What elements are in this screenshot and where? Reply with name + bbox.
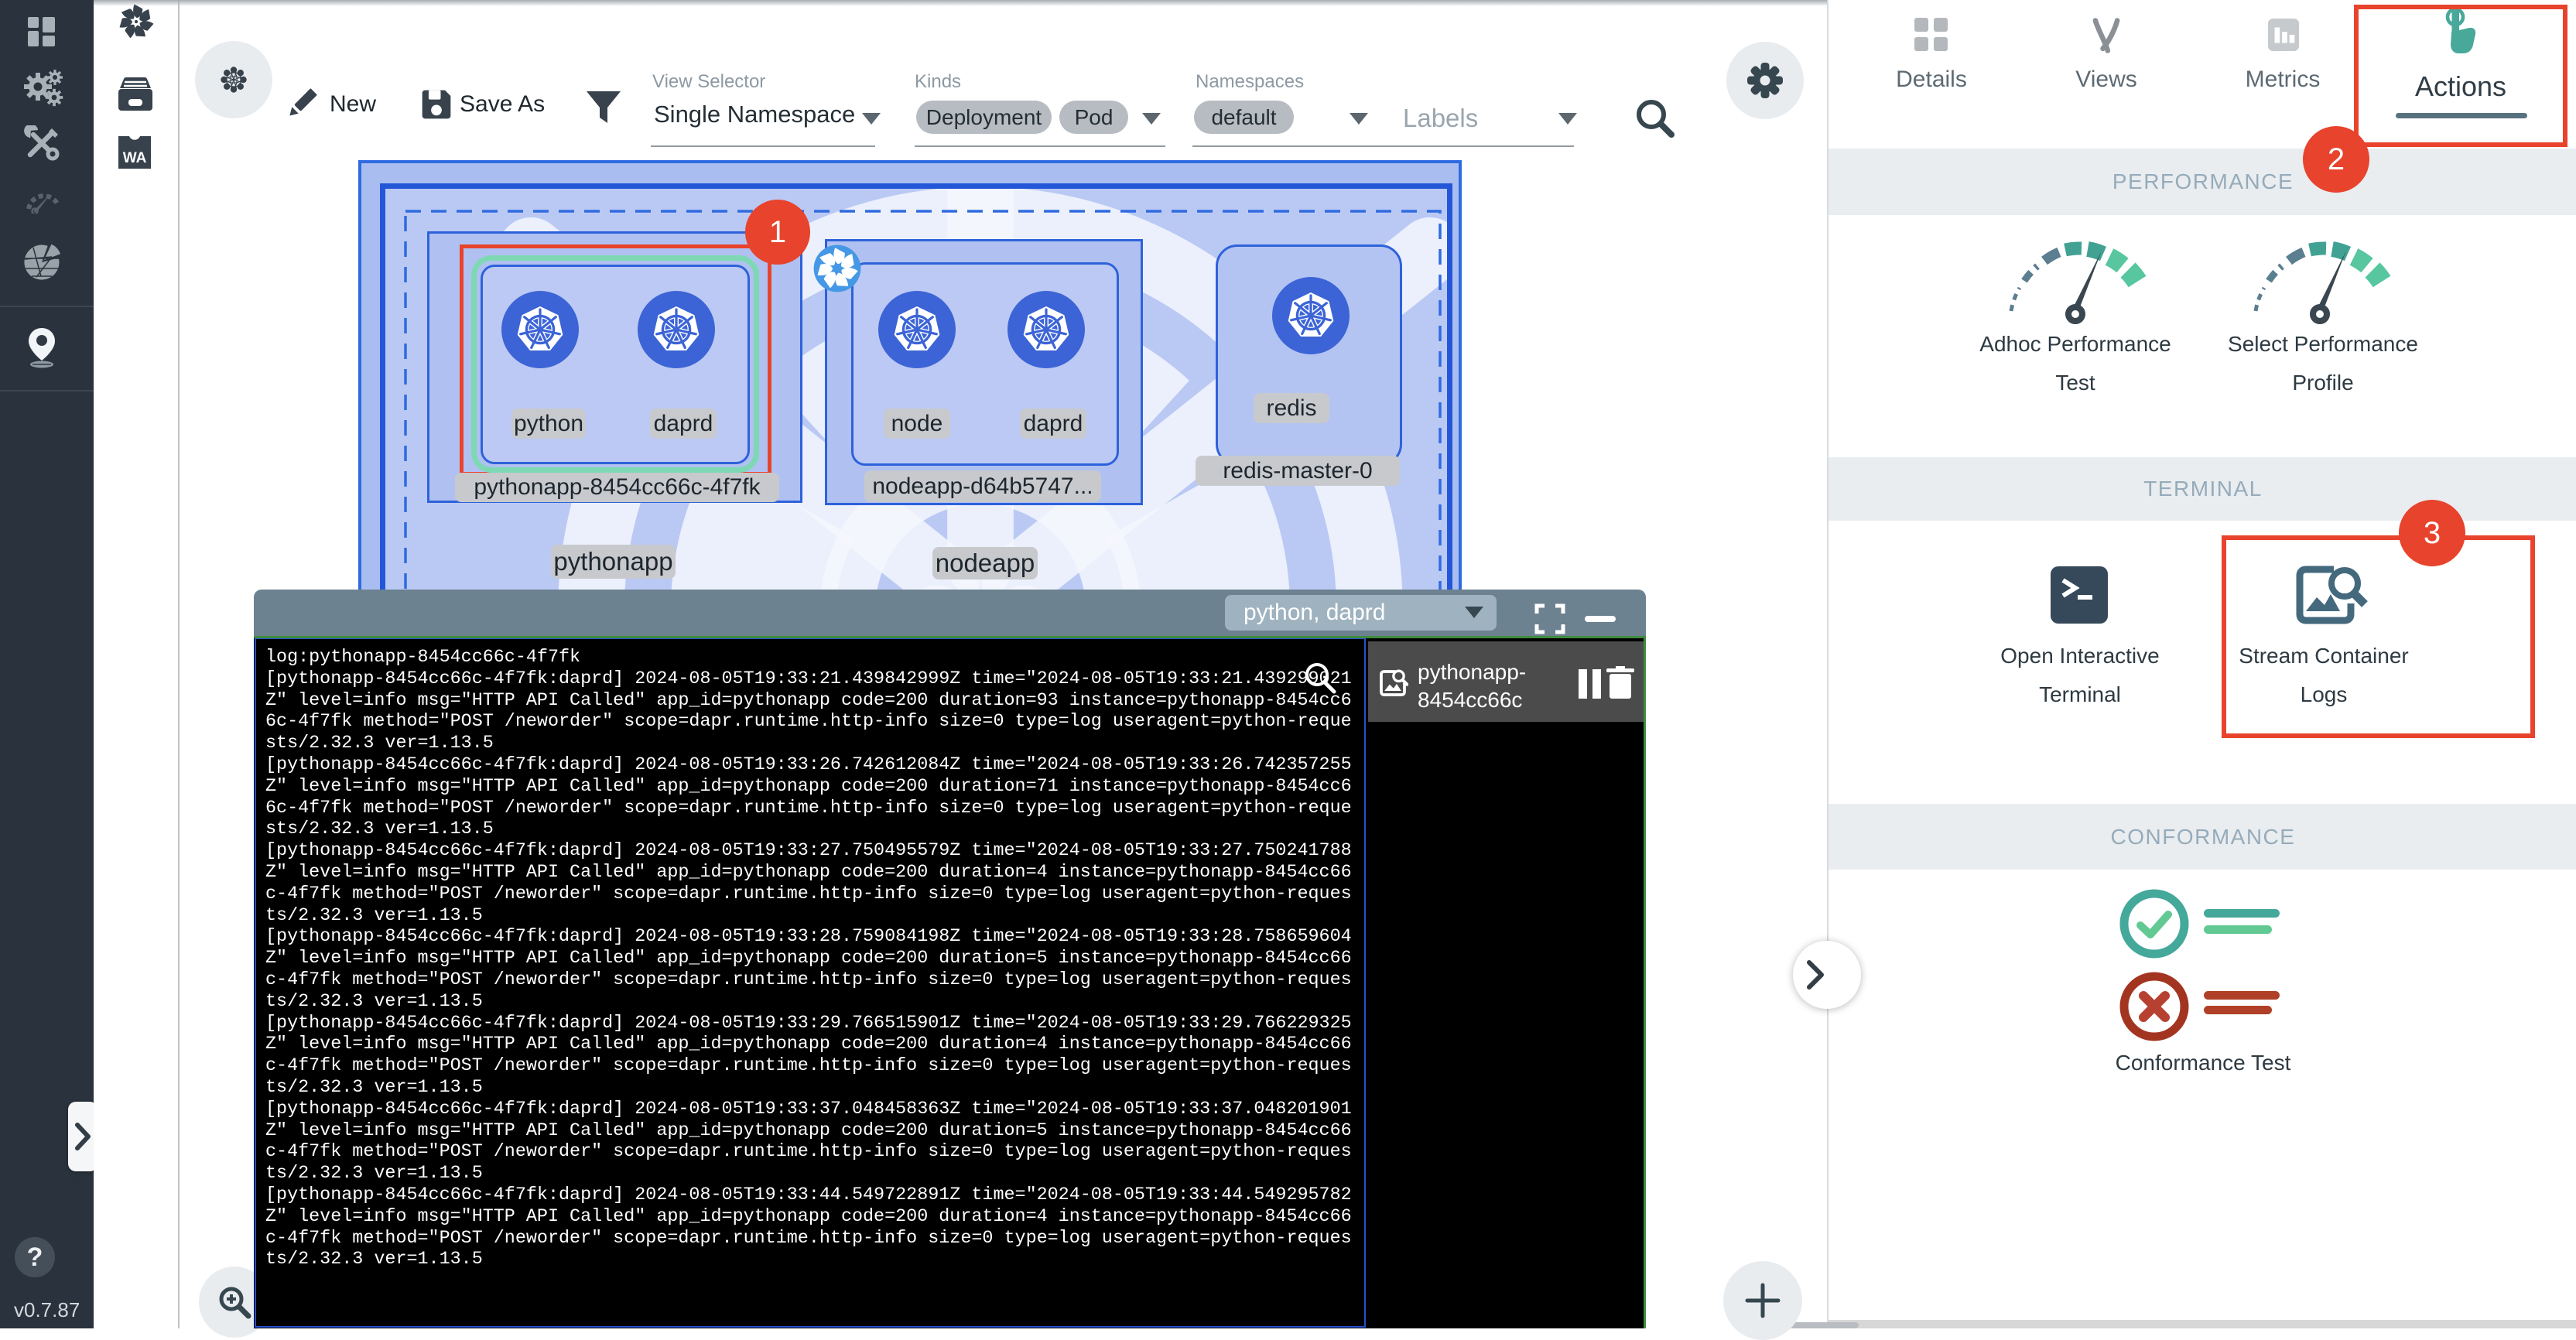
svg-text:WA: WA	[123, 150, 147, 166]
